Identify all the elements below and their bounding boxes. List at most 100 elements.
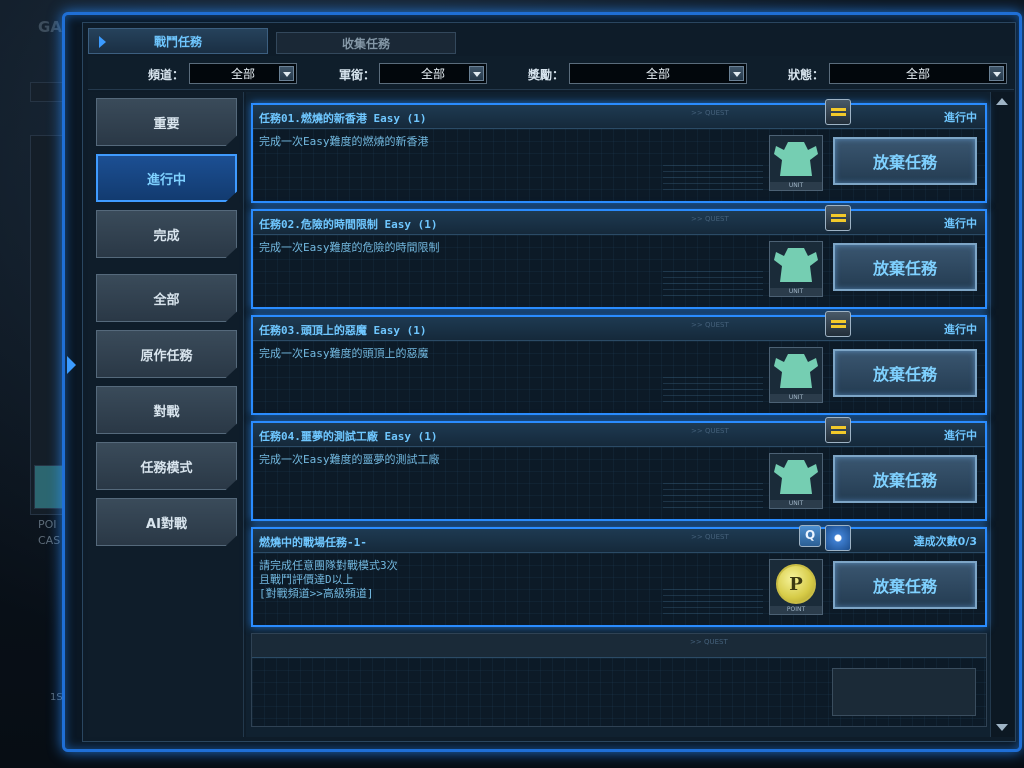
sidebar-item-completed[interactable]: 完成 (96, 210, 237, 258)
quest-tag: >> QUEST (691, 215, 729, 223)
quest-title: 任務01.燃燒的新香港 Easy (1) (259, 112, 427, 125)
sidebar-item-in-progress[interactable]: 進行中 (96, 154, 237, 202)
sidebar-item-all[interactable]: 全部 (96, 274, 237, 322)
abandon-quest-button[interactable]: 放棄任務 (833, 243, 977, 291)
quest-description: 完成一次Easy難度的頭頂上的惡魔 (259, 347, 429, 360)
reward-caption: UNIT (770, 394, 822, 402)
quest-card[interactable]: 燃燒中的戰場任務-1- >> QUEST 達成次數0/3 Q 請完成任意團隊對戰… (251, 525, 987, 627)
point-coin-icon: P (776, 564, 816, 604)
background-label: POI (38, 518, 57, 531)
select-value: 全部 (905, 67, 930, 81)
quest-card-header: 任務02.危險的時間限制 Easy (1) >> QUEST 進行中 (253, 211, 985, 235)
empty-quest-slot: >> QUEST (251, 633, 987, 727)
quest-card[interactable]: 任務02.危險的時間限制 Easy (1) >> QUEST 進行中 完成一次E… (251, 205, 987, 309)
quest-status: 進行中 (944, 111, 977, 124)
rank-bars-icon (825, 311, 851, 337)
sidebar-item-label: 全部 (153, 292, 180, 308)
collapse-arrow-icon[interactable] (67, 356, 76, 374)
select-value: 全部 (230, 67, 255, 81)
reward-caption: UNIT (770, 288, 822, 296)
reward-unit: UNIT (769, 453, 823, 509)
tab-collect-quests[interactable]: 收集任務 (276, 32, 456, 54)
chevron-down-icon[interactable] (279, 66, 294, 81)
chevron-down-icon[interactable] (729, 66, 744, 81)
channel-select[interactable]: 全部 (189, 63, 297, 84)
sidebar-item-ai-battle[interactable]: AI對戰 (96, 498, 237, 546)
decorative-lines (663, 377, 763, 407)
sidebar-item-versus[interactable]: 對戰 (96, 386, 237, 434)
scroll-down-icon[interactable] (996, 724, 1008, 731)
filter-label-reward: 獎勵： (528, 68, 565, 82)
rank-bars-icon (825, 99, 851, 125)
quest-description: 完成一次Easy難度的噩夢的測試工廠 (259, 453, 440, 466)
sidebar-item-label: 對戰 (153, 404, 180, 420)
abandon-quest-button[interactable]: 放棄任務 (833, 137, 977, 185)
sidebar-item-label: 進行中 (146, 172, 186, 188)
sidebar-item-label: 重要 (153, 116, 180, 132)
abandon-label: 放棄任務 (872, 577, 937, 596)
sidebar-item-important[interactable]: 重要 (96, 98, 237, 146)
mech-unit-icon (774, 142, 818, 176)
quest-card-header: 燃燒中的戰場任務-1- >> QUEST 達成次數0/3 (253, 529, 985, 553)
reward-unit: UNIT (769, 135, 823, 191)
quest-card[interactable]: 任務01.燃燒的新香港 Easy (1) >> QUEST 進行中 完成一次Ea… (251, 99, 987, 203)
quest-title: 任務03.頭頂上的惡魔 Easy (1) (259, 324, 427, 337)
quest-description-line: 請完成任意團隊對戰模式3次 (259, 559, 398, 572)
reward-caption: UNIT (770, 500, 822, 508)
quest-q-icon: Q (799, 525, 821, 547)
decorative-lines (663, 271, 763, 301)
tab-label: 戰鬥任務 (153, 34, 202, 49)
quest-title: 燃燒中的戰場任務-1- (259, 536, 367, 549)
sidebar-item-label: AI對戰 (146, 516, 187, 532)
abandon-label: 放棄任務 (872, 365, 937, 384)
background-logo: GA (38, 18, 62, 36)
chevron-down-icon[interactable] (989, 66, 1004, 81)
abandon-label: 放棄任務 (872, 471, 937, 490)
tab-arrow-icon (99, 36, 106, 48)
mech-unit-icon (774, 354, 818, 388)
filter-label-channel: 頻道： (148, 68, 185, 82)
quest-card-header: 任務04.噩夢的測試工廠 Easy (1) >> QUEST 進行中 (253, 423, 985, 447)
quest-tag: >> QUEST (691, 427, 729, 435)
quest-description: 完成一次Easy難度的危險的時間限制 (259, 241, 440, 254)
quest-list-scrollbar[interactable] (990, 92, 1014, 737)
quest-title: 任務02.危險的時間限制 Easy (1) (259, 218, 438, 231)
rank-select[interactable]: 全部 (379, 63, 487, 84)
decorative-lines (663, 165, 763, 195)
mech-unit-icon (774, 460, 818, 494)
chevron-down-icon[interactable] (469, 66, 484, 81)
reward-select[interactable]: 全部 (569, 63, 747, 84)
point-symbol: P (789, 573, 803, 595)
abandon-quest-button[interactable]: 放棄任務 (833, 561, 977, 609)
select-value: 全部 (420, 67, 445, 81)
quest-card[interactable]: 任務04.噩夢的測試工廠 Easy (1) >> QUEST 進行中 完成一次E… (251, 417, 987, 521)
abandon-quest-button[interactable]: 放棄任務 (833, 349, 977, 397)
quest-status: 進行中 (944, 429, 977, 442)
burst-icon (825, 525, 851, 551)
empty-action-button (832, 668, 976, 716)
quest-description: 完成一次Easy難度的燃燒的新香港 (259, 135, 429, 148)
quest-card[interactable]: 任務03.頭頂上的惡魔 Easy (1) >> QUEST 進行中 完成一次Ea… (251, 311, 987, 415)
quest-status: 進行中 (944, 323, 977, 336)
status-select[interactable]: 全部 (829, 63, 1007, 84)
background-label: 1S (50, 692, 63, 703)
abandon-label: 放棄任務 (872, 153, 937, 172)
tab-battle-quests[interactable]: 戰鬥任務 (88, 28, 268, 54)
tab-label: 收集任務 (341, 36, 390, 51)
sidebar-item-label: 任務模式 (140, 460, 193, 476)
abandon-label: 放棄任務 (872, 259, 937, 278)
quest-tag: >> QUEST (690, 638, 728, 646)
sidebar-item-mission-mode[interactable]: 任務模式 (96, 442, 237, 490)
select-value: 全部 (645, 67, 670, 81)
sidebar-item-label: 完成 (153, 228, 180, 244)
rank-bars-icon (825, 205, 851, 231)
quest-title: 任務04.噩夢的測試工廠 Easy (1) (259, 430, 438, 443)
decorative-lines (663, 483, 763, 513)
quest-tag: >> QUEST (691, 321, 729, 329)
sidebar-item-original-story[interactable]: 原作任務 (96, 330, 237, 378)
scroll-up-icon[interactable] (996, 98, 1008, 105)
abandon-quest-button[interactable]: 放棄任務 (833, 455, 977, 503)
reward-caption: POINT (770, 606, 822, 614)
filter-label-rank: 軍銜： (339, 68, 376, 82)
decorative-lines (663, 589, 763, 619)
